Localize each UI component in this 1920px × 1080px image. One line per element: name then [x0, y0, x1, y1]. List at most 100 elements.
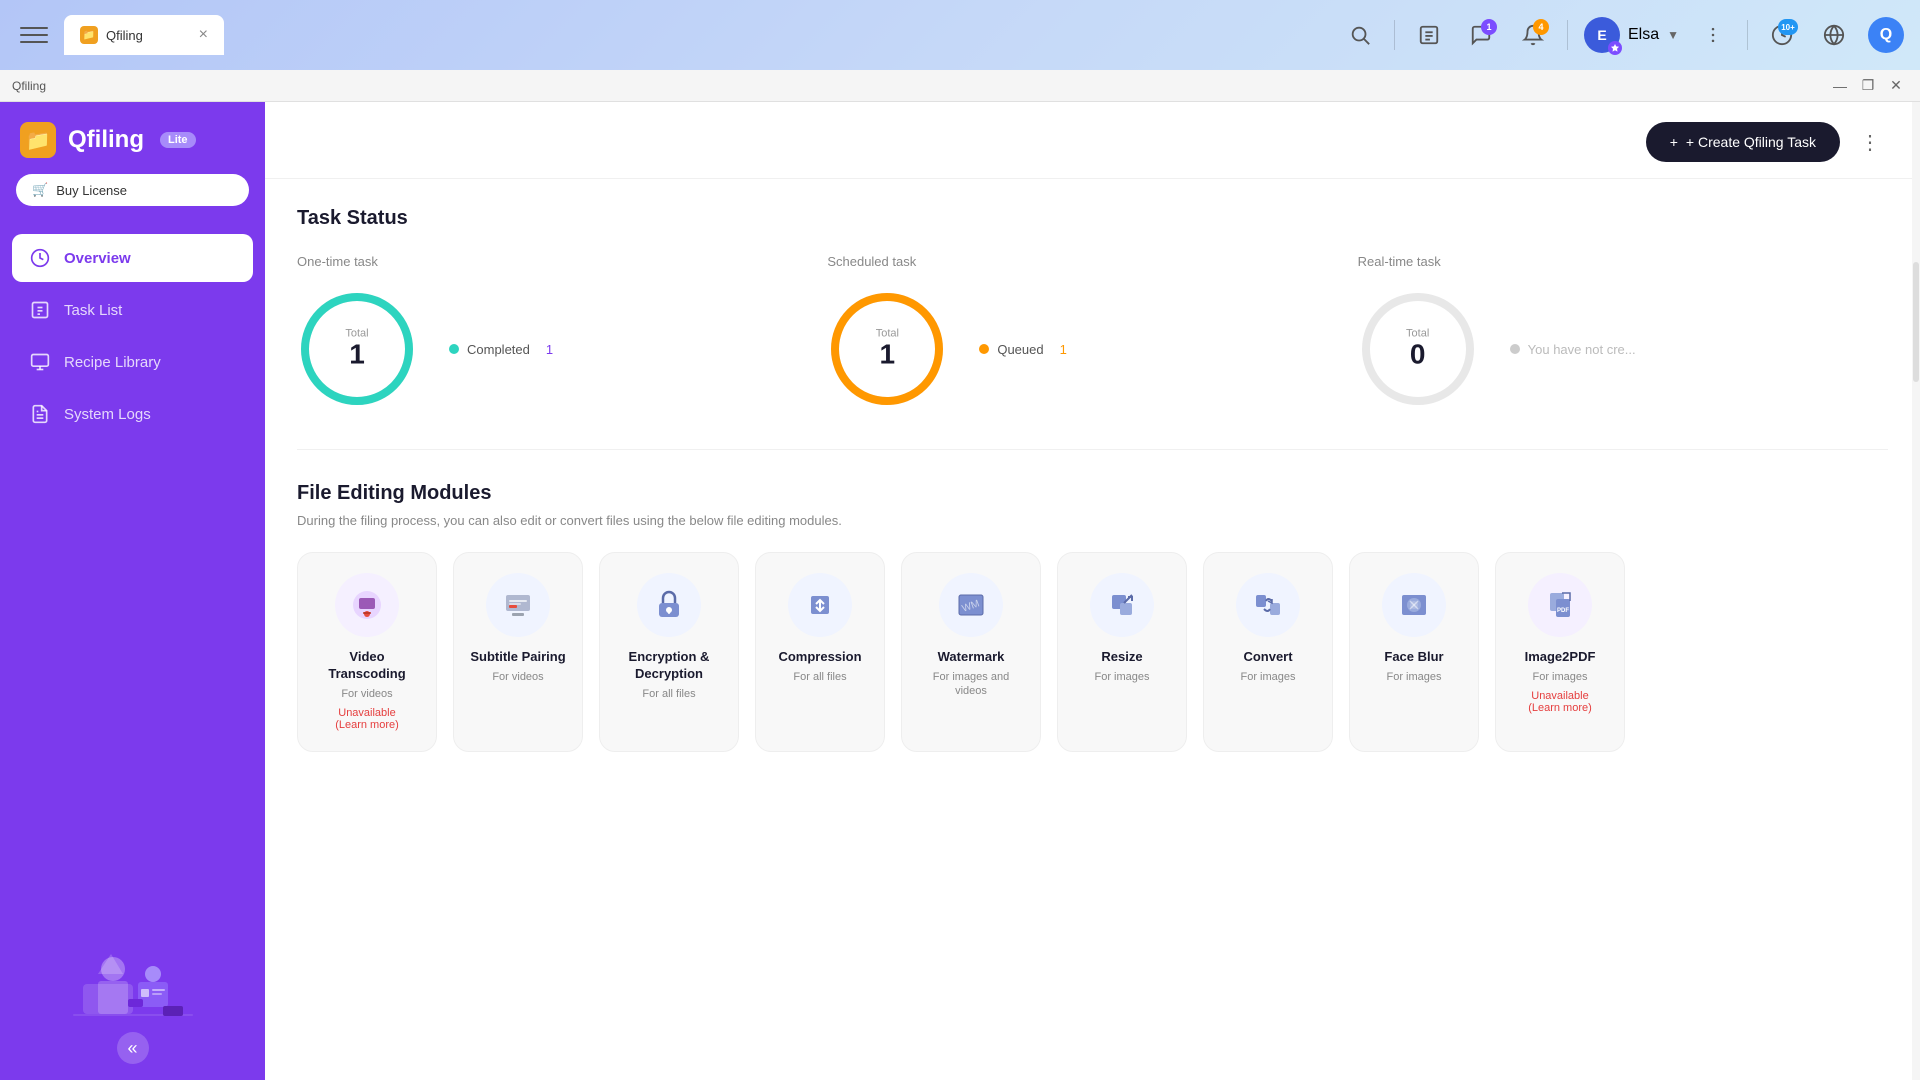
recipe-library-icon — [28, 350, 52, 374]
realtime-task-column: Real-time task Total 0 — [1358, 254, 1888, 409]
notifications-button[interactable]: 4 — [1515, 17, 1551, 53]
one-time-donut-label: Total 1 — [345, 328, 368, 371]
app-icon-button[interactable]: Q — [1868, 17, 1904, 53]
not-created-label: You have not cre... — [1528, 342, 1636, 357]
convert-icon — [1236, 573, 1300, 637]
module-subtitle-pairing[interactable]: Subtitle Pairing For videos — [453, 552, 583, 752]
header-more-button[interactable]: ⋮ — [1852, 124, 1888, 160]
sidebar-item-system-logs[interactable]: System Logs — [12, 390, 253, 438]
modules-subtitle: During the filing process, you can also … — [297, 513, 1888, 528]
sidebar-item-task-list[interactable]: Task List — [12, 286, 253, 334]
user-name: Elsa — [1628, 26, 1659, 44]
task-status-section: Task Status One-time task — [297, 207, 1888, 409]
one-time-task-title: One-time task — [297, 254, 378, 269]
more-options-button[interactable] — [1695, 17, 1731, 53]
module-compression[interactable]: Compression For all files — [755, 552, 885, 752]
browser-tab[interactable]: 📁 Qfiling × — [64, 15, 224, 55]
convert-name: Convert — [1243, 649, 1292, 666]
realtime-donut: Total 0 — [1358, 289, 1478, 409]
one-time-task-content: Total 1 Completed 1 — [297, 289, 787, 409]
one-time-task-column: One-time task Total 1 — [297, 254, 827, 409]
module-resize[interactable]: Resize For images — [1057, 552, 1187, 752]
video-transcoding-unavailable[interactable]: Unavailable (Learn more) — [335, 707, 399, 731]
buy-license-label: Buy License — [56, 183, 127, 198]
divider-1 — [1394, 20, 1395, 50]
app-header: 📁 Qfiling Lite — [0, 102, 265, 174]
user-dropdown-icon[interactable]: ▼ — [1667, 28, 1679, 42]
face-blur-name: Face Blur — [1384, 649, 1443, 666]
documents-button[interactable] — [1411, 17, 1447, 53]
buy-license-button[interactable]: 🛒 Buy License — [16, 174, 249, 206]
main-header: + + Create Qfiling Task ⋮ — [265, 102, 1920, 179]
module-video-transcoding[interactable]: Video Transcoding For videos Unavailable… — [297, 552, 437, 752]
hamburger-button[interactable] — [16, 17, 52, 53]
close-button[interactable]: ✕ — [1884, 74, 1908, 98]
realtime-stats: You have not cre... — [1510, 342, 1636, 357]
app-layout: 📁 Qfiling Lite 🛒 Buy License Overview Ta… — [0, 102, 1920, 1080]
tab-close-button[interactable]: × — [199, 27, 208, 43]
svg-text:PDF: PDF — [1557, 608, 1569, 614]
module-image2pdf[interactable]: PDF Image2PDF For images Unavailable (Le… — [1495, 552, 1625, 752]
completed-dot — [449, 344, 459, 354]
user-verified-badge — [1608, 41, 1622, 55]
scheduled-task-column: Scheduled task Total 1 — [827, 254, 1357, 409]
world-button[interactable] — [1816, 17, 1852, 53]
subtitle-pairing-name: Subtitle Pairing — [470, 649, 565, 666]
cart-icon: 🛒 — [32, 182, 48, 198]
counter-button[interactable]: 10+ — [1764, 17, 1800, 53]
watermark-desc: For images and videos — [918, 670, 1024, 699]
scheduled-stats: Queued 1 — [979, 342, 1067, 357]
completed-value: 1 — [546, 342, 553, 357]
queued-stat: Queued 1 — [979, 342, 1067, 357]
sidebar-item-recipe-library[interactable]: Recipe Library — [12, 338, 253, 386]
one-time-stats: Completed 1 — [449, 342, 553, 357]
user-area[interactable]: E Elsa ▼ — [1584, 17, 1679, 53]
scrollbar-thumb[interactable] — [1913, 262, 1919, 382]
queued-label: Queued — [997, 342, 1043, 357]
image2pdf-unavailable[interactable]: Unavailable (Learn more) — [1528, 690, 1592, 714]
browser-actions: 1 4 E Elsa ▼ 10+ Q — [1342, 17, 1904, 53]
image2pdf-name: Image2PDF — [1525, 649, 1596, 666]
sidebar: 📁 Qfiling Lite 🛒 Buy License Overview Ta… — [0, 102, 265, 1080]
task-status-title: Task Status — [297, 207, 1888, 230]
file-editing-modules-section: File Editing Modules During the filing p… — [297, 482, 1888, 760]
completed-stat: Completed 1 — [449, 342, 553, 357]
app-logo: 📁 — [20, 122, 56, 158]
minimize-button[interactable]: — — [1828, 74, 1852, 98]
face-blur-icon — [1382, 573, 1446, 637]
realtime-donut-label: Total 0 — [1406, 328, 1429, 371]
tab-label: Qfiling — [106, 28, 143, 43]
messages-button[interactable]: 1 — [1463, 17, 1499, 53]
app-title: Qfiling — [68, 126, 144, 154]
divider-2 — [1567, 20, 1568, 50]
sidebar-item-recipe-library-label: Recipe Library — [64, 354, 161, 371]
video-transcoding-desc: For videos — [341, 687, 392, 701]
lite-badge: Lite — [160, 132, 196, 148]
title-bar-text: Qfiling — [12, 79, 46, 93]
encryption-desc: For all files — [642, 687, 695, 701]
scheduled-task-content: Total 1 Queued 1 — [827, 289, 1317, 409]
module-watermark[interactable]: WM Watermark For images and videos — [901, 552, 1041, 752]
tab-bar: 📁 Qfiling × — [64, 15, 1330, 55]
module-encryption-decryption[interactable]: Encryption & Decryption For all files — [599, 552, 739, 752]
create-task-button[interactable]: + + Create Qfiling Task — [1646, 122, 1840, 162]
title-bar: Qfiling — ❐ ✕ — [0, 70, 1920, 102]
window-controls: — ❐ ✕ — [1828, 74, 1908, 98]
sidebar-collapse-button[interactable]: « — [117, 1032, 149, 1064]
one-time-donut: Total 1 — [297, 289, 417, 409]
module-face-blur[interactable]: Face Blur For images — [1349, 552, 1479, 752]
modules-grid: Video Transcoding For videos Unavailable… — [297, 552, 1888, 760]
sidebar-illustration — [73, 924, 193, 1024]
module-convert[interactable]: Convert For images — [1203, 552, 1333, 752]
maximize-button[interactable]: ❐ — [1856, 74, 1880, 98]
queued-value: 1 — [1060, 342, 1067, 357]
scheduled-task-title: Scheduled task — [827, 254, 916, 269]
task-list-icon — [28, 298, 52, 322]
modules-title: File Editing Modules — [297, 482, 1888, 505]
scheduled-donut-label: Total 1 — [876, 328, 899, 371]
tab-favicon: 📁 — [80, 26, 98, 44]
sidebar-item-overview[interactable]: Overview — [12, 234, 253, 282]
messages-badge: 1 — [1481, 19, 1497, 35]
search-button[interactable] — [1342, 17, 1378, 53]
image2pdf-icon: PDF — [1528, 573, 1592, 637]
